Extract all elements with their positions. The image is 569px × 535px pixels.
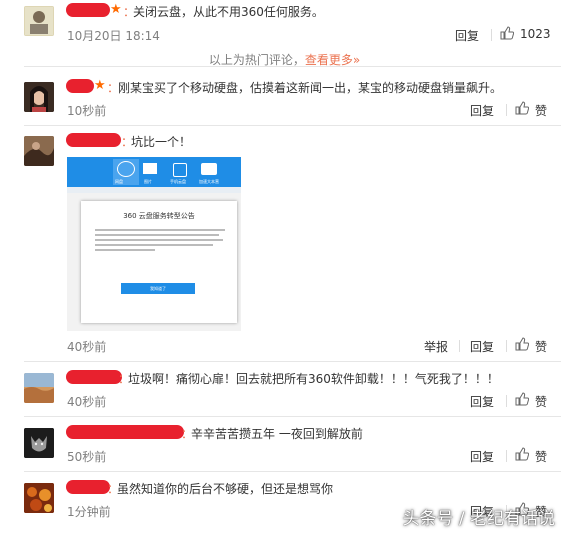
comment-time: 40秒前	[67, 395, 107, 409]
image-icon	[143, 163, 157, 174]
hot-notice-text: 以上为热门评论，	[208, 53, 305, 67]
reply-button[interactable]: 回复	[470, 102, 494, 119]
reply-button[interactable]: 回复	[470, 448, 494, 465]
comment-text: 关闭云盘，从此不用360任何服务。	[133, 5, 324, 19]
username-redacted[interactable]	[66, 370, 122, 384]
avatar[interactable]	[24, 82, 54, 112]
avatar[interactable]	[24, 428, 54, 458]
announcement-title: 360 云盘服务转型公告	[123, 212, 195, 220]
avatar[interactable]	[24, 6, 54, 36]
thumbs-up-icon[interactable]	[500, 26, 514, 40]
like-button[interactable]: 赞	[535, 338, 547, 355]
star-icon: ★	[110, 2, 122, 17]
comment-text: 辛辛苦苦攒五年 一夜回到解放前	[191, 427, 363, 441]
comment-time: 10月20日 18:14	[67, 29, 160, 43]
acknowledge-button: 我知道了	[121, 283, 195, 294]
reply-button[interactable]: 回复	[455, 27, 479, 44]
username-redacted[interactable]	[66, 3, 110, 17]
reply-button[interactable]: 回复	[470, 393, 494, 410]
comment-time: 40秒前	[67, 340, 107, 354]
avatar[interactable]	[24, 373, 54, 403]
watermark: 头条号 / 老纪有话说	[402, 509, 555, 529]
like-button[interactable]: 赞	[535, 448, 547, 465]
comment-image-attachment[interactable]: 网盘 图片 手机云盘 加速大本营 360 云盘服务转型公告 我知道了	[67, 157, 241, 331]
comment-time: 1分钟前	[67, 505, 111, 519]
comment-time: 10秒前	[67, 104, 107, 118]
thumbs-up-icon[interactable]	[515, 392, 529, 406]
thumbs-up-icon[interactable]	[515, 337, 529, 351]
like-count[interactable]: 1023	[520, 27, 551, 41]
like-button[interactable]: 赞	[535, 393, 547, 410]
comment-text: 坑比一个！	[131, 135, 192, 149]
phone-icon	[173, 163, 187, 177]
comment-time: 50秒前	[67, 450, 107, 464]
comment-text: 刚某宝买了个移动硬盘，估摸着这新闻一出，某宝的移动硬盘销量飙升。	[118, 81, 503, 95]
reply-button[interactable]: 回复	[470, 338, 494, 355]
comment-text: 虽然知道你的后台不够硬，但还是想骂你	[117, 482, 334, 496]
announcement-dialog: 360 云盘服务转型公告 我知道了	[81, 201, 237, 323]
avatar[interactable]	[24, 483, 54, 513]
like-button[interactable]: 赞	[535, 102, 547, 119]
star-icon: ★	[94, 78, 106, 93]
view-more-link[interactable]: 查看更多»	[305, 53, 360, 67]
comment-text: 垃圾啊！痛彻心扉！回去就把所有360软件卸载！！！气死我了！！！	[128, 372, 499, 386]
username-redacted[interactable]	[66, 79, 94, 93]
thumbs-up-icon[interactable]	[515, 447, 529, 461]
username-redacted[interactable]	[66, 133, 121, 147]
report-button[interactable]: 举报	[424, 338, 448, 355]
booster-icon	[201, 163, 217, 175]
username-redacted[interactable]	[66, 425, 184, 439]
username-redacted[interactable]	[66, 480, 110, 494]
thumbs-up-icon[interactable]	[515, 101, 529, 115]
avatar[interactable]	[24, 136, 54, 166]
cloud-icon	[117, 161, 135, 177]
